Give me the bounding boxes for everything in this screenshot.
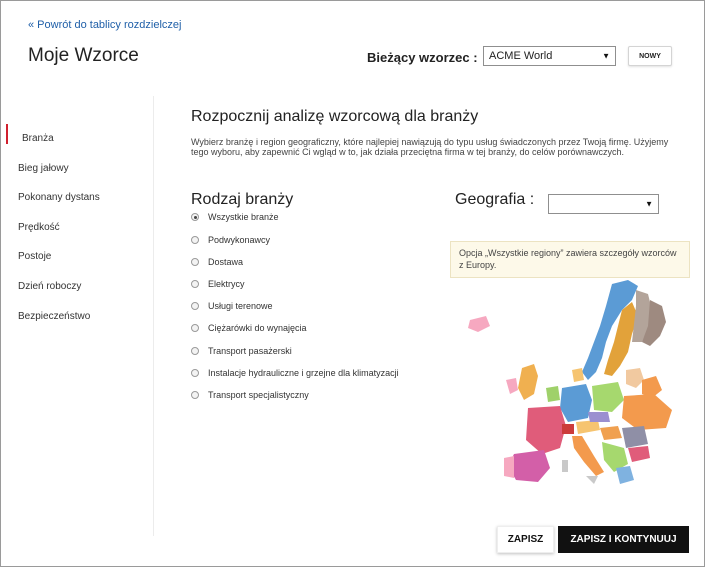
sidebar: Branża Bieg jałowy Pokonany dystans Pręd… — [6, 96, 154, 536]
map-region-france — [526, 406, 566, 454]
map-region-czech — [588, 412, 610, 422]
sidebar-item-pokonany-dystans[interactable]: Pokonany dystans — [18, 192, 100, 203]
map-region-germany — [560, 384, 592, 422]
industry-option-label: Podwykonawcy — [208, 235, 271, 245]
sidebar-item-postoje[interactable]: Postoje — [18, 251, 51, 262]
radio-button[interactable] — [191, 236, 199, 244]
industry-option[interactable]: Ciężarówki do wynajęcia — [191, 323, 307, 333]
industry-option-label: Instalacje hydrauliczne i grzejne dla kl… — [208, 368, 399, 378]
sidebar-item-predkosc[interactable]: Prędkość — [18, 222, 60, 233]
map-region-iberia — [508, 450, 550, 482]
industry-type-title: Rodzaj branży — [191, 191, 294, 208]
map-region-baltics — [626, 368, 644, 388]
geography-info-note: Opcja „Wszystkie regiony” zawiera szczeg… — [450, 241, 690, 278]
radio-button[interactable] — [191, 213, 199, 221]
save-and-continue-button[interactable]: ZAPISZ I KONTYNUUJ — [558, 526, 689, 553]
industry-option[interactable]: Wszystkie branże — [191, 212, 279, 222]
industry-option[interactable]: Instalacje hydrauliczne i grzejne dla kl… — [191, 368, 399, 378]
sidebar-item-bezpieczenstwo[interactable]: Bezpieczeństwo — [18, 311, 90, 322]
geography-title: Geografia : — [455, 191, 535, 208]
map-region-romania — [622, 426, 648, 448]
industry-option[interactable]: Elektrycy — [191, 279, 245, 289]
industry-option[interactable]: Podwykonawcy — [191, 235, 270, 245]
sidebar-item-bieg-jalowy[interactable]: Bieg jałowy — [18, 163, 69, 174]
map-region-sicily — [586, 476, 598, 484]
page-title: Moje Wzorce — [28, 45, 139, 66]
radio-button[interactable] — [191, 280, 199, 288]
map-region-poland — [592, 382, 624, 412]
radio-button[interactable] — [191, 391, 199, 399]
new-template-button[interactable]: NOWY — [628, 46, 672, 66]
map-region-iceland — [468, 316, 490, 332]
radio-button[interactable] — [191, 347, 199, 355]
industry-option[interactable]: Transport specjalistyczny — [191, 390, 309, 400]
map-region-sardinia — [562, 460, 568, 472]
intro-text: Wybierz branżę i region geograficzny, kt… — [191, 137, 669, 157]
current-template-label: Bieżący wzorzec : — [367, 50, 478, 65]
industry-option-label: Dostawa — [208, 257, 244, 267]
current-template-value: ACME World — [489, 50, 553, 62]
map-region-portugal — [504, 456, 514, 478]
map-region-greece — [616, 466, 634, 484]
map-region-hungary — [600, 426, 622, 440]
radio-button[interactable] — [191, 324, 199, 332]
section-heading: Rozpocznij analizę wzorcową dla branży — [191, 108, 479, 125]
industry-option-label: Elektrycy — [208, 279, 245, 289]
chevron-down-icon: ▼ — [645, 199, 653, 209]
industry-option[interactable]: Transport pasażerski — [191, 346, 292, 356]
map-region-switzerland — [562, 424, 574, 434]
sidebar-item-dzien-roboczy[interactable]: Dzień roboczy — [18, 281, 81, 292]
back-to-dashboard-link[interactable]: « Powrót do tablicy rozdzielczej — [28, 19, 181, 31]
industry-option[interactable]: Usługi terenowe — [191, 301, 273, 311]
radio-button[interactable] — [191, 302, 199, 310]
industry-option[interactable]: Dostawa — [191, 257, 243, 267]
save-button[interactable]: ZAPISZ — [497, 526, 554, 553]
sidebar-item-branza[interactable]: Branża — [22, 133, 54, 144]
map-region-austria — [576, 420, 600, 434]
industry-option-label: Transport pasażerski — [208, 346, 292, 356]
map-region-uk — [518, 364, 538, 400]
map-region-bulgaria — [628, 446, 650, 462]
map-region-denmark — [572, 368, 584, 382]
active-item-indicator — [6, 124, 8, 144]
industry-option-label: Usługi terenowe — [208, 301, 273, 311]
chevron-down-icon: ▼ — [602, 51, 610, 61]
map-region-benelux — [546, 386, 560, 402]
industry-option-label: Transport specjalistyczny — [208, 390, 309, 400]
radio-button[interactable] — [191, 258, 199, 266]
map-region-ukraine — [622, 394, 672, 430]
europe-map-icon — [468, 280, 672, 484]
geography-select[interactable]: ▼ — [548, 194, 659, 214]
map-region-ireland — [506, 378, 518, 394]
industry-option-label: Wszystkie branże — [208, 212, 279, 222]
current-template-select[interactable]: ACME World ▼ — [483, 46, 616, 66]
radio-button[interactable] — [191, 369, 199, 377]
map-region-italy — [572, 436, 604, 476]
industry-option-label: Ciężarówki do wynajęcia — [208, 323, 307, 333]
